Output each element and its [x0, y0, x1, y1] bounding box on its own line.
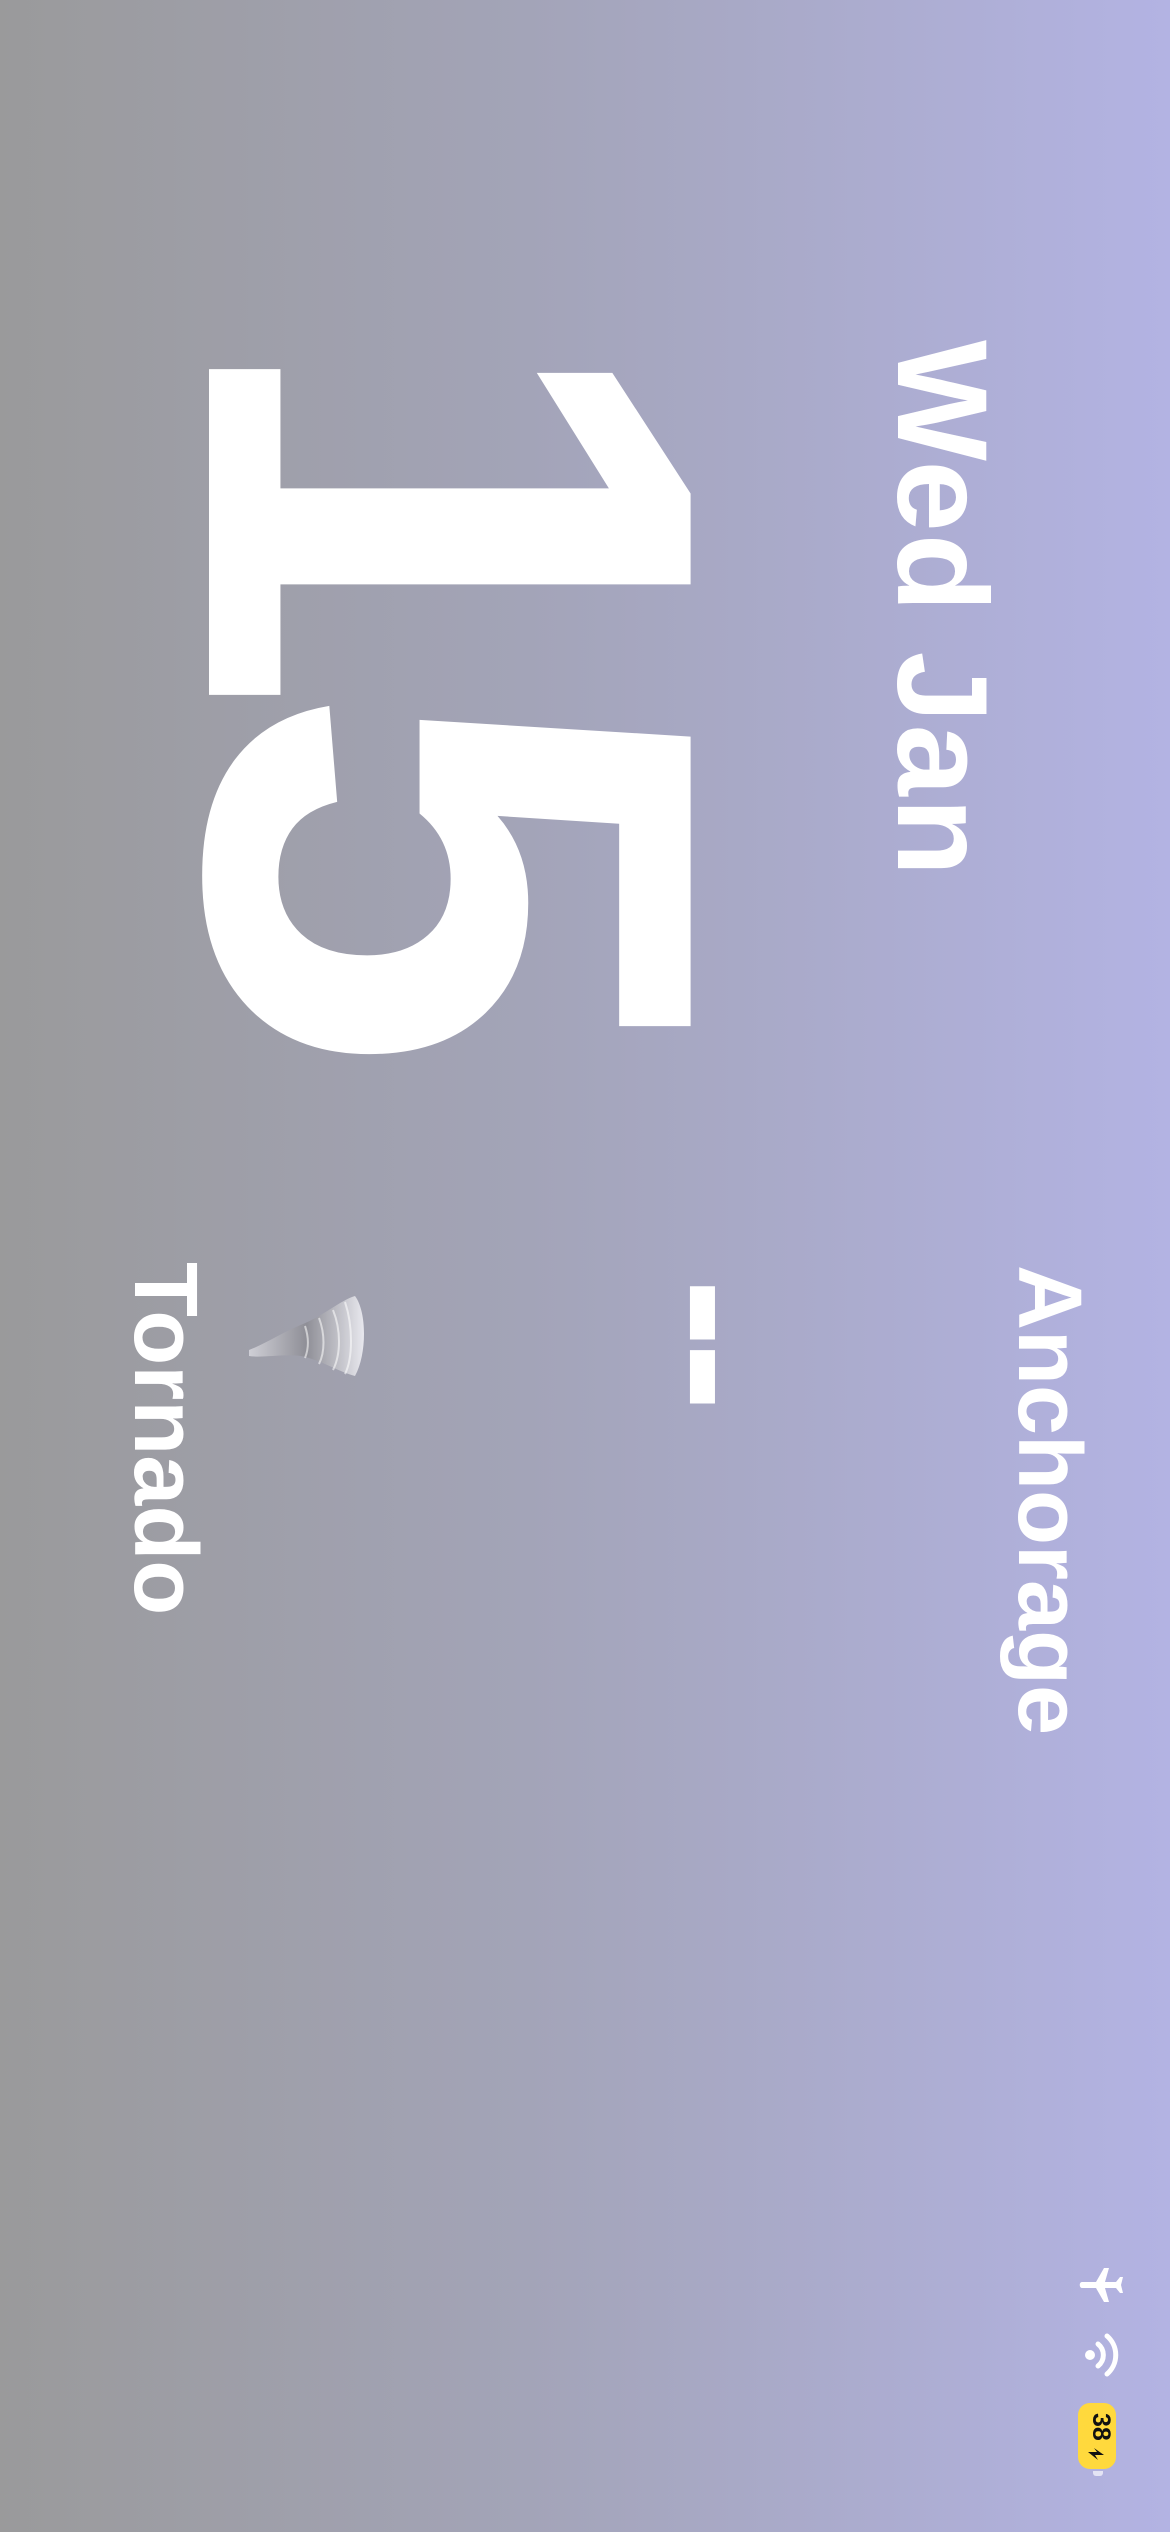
- battery-level-text: 38: [1087, 2413, 1115, 2441]
- weather-temperature[interactable]: --: [603, 1278, 838, 1406]
- weather-condition-label[interactable]: Tornado: [115, 1262, 215, 1615]
- airplane-icon: [1079, 2268, 1123, 2302]
- battery-tip: [1093, 2471, 1103, 2476]
- battery-indicator: 38: [1078, 2403, 1116, 2476]
- charging-bolt-icon: [1088, 2448, 1104, 2460]
- weather-city-label[interactable]: Anchorage: [999, 1265, 1099, 1735]
- date-label: Wed Jan: [870, 340, 1013, 878]
- tornado-icon: [249, 1296, 364, 1376]
- status-bar: 38: [1070, 2260, 1160, 2480]
- day-number: 15: [60, 325, 842, 1044]
- wifi-icon: [1085, 2333, 1119, 2377]
